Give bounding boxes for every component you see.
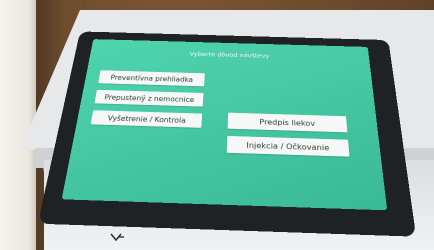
- touch-screen: Vyberte dôvod návštevy Preventívna prehl…: [61, 39, 388, 211]
- door-frame: [0, 0, 36, 250]
- reason-button-injection[interactable]: Injekcia / Očkovanie: [226, 135, 350, 157]
- brand-logo-icon: [110, 233, 124, 242]
- reason-button-hospital-discharge[interactable]: Prepustený z nemocnice: [94, 89, 204, 107]
- button-label: Vyšetrenie / Kontrola: [107, 113, 187, 125]
- button-label: Predpis liekov: [259, 117, 316, 128]
- button-label: Preventívna prehliadka: [109, 73, 194, 84]
- screen-title: Vyberte dôvod návštevy: [189, 50, 270, 60]
- button-label: Prepustený z nemocnice: [103, 93, 195, 104]
- reason-button-examination[interactable]: Vyšetrenie / Kontrola: [90, 110, 203, 128]
- kiosk-photo-scene: Vyberte dôvod návštevy Preventívna prehl…: [0, 0, 434, 250]
- reason-button-preventive-checkup[interactable]: Preventívna prehliadka: [98, 70, 205, 87]
- button-label: Injekcia / Očkovanie: [246, 140, 330, 152]
- reason-button-prescription[interactable]: Predpis liekov: [227, 112, 348, 133]
